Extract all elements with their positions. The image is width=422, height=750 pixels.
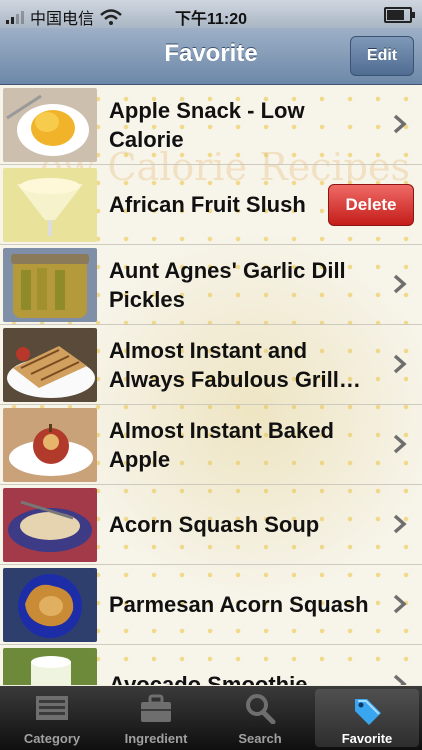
tag-icon [355, 699, 381, 725]
chevron-right-icon [393, 594, 407, 614]
grilled-sandwich-thumbnail [3, 327, 97, 402]
pickles-thumbnail [3, 247, 97, 322]
list-item-title: Aunt Agnes' Garlic Dill Pickles [109, 257, 346, 312]
tab-label: Ingredient [124, 731, 188, 746]
chevron-right-icon [393, 274, 407, 294]
status-time: 下午11:20 [174, 11, 248, 28]
battery-icon [384, 7, 415, 23]
category-icon [36, 696, 68, 720]
chevron-right-icon [393, 434, 407, 454]
tab-search[interactable]: Search [208, 686, 312, 750]
list-item[interactable]: Almost Instant and Always Fabulous Grill… [0, 325, 422, 405]
squash-soup-thumbnail [3, 487, 97, 562]
list-item[interactable]: Apple Snack - Low Calorie [0, 85, 422, 165]
smoothie-thumbnail [3, 647, 97, 685]
list-item-title: Apple Snack - Low Calorie [109, 97, 305, 152]
briefcase-icon [141, 694, 171, 722]
chevron-right-icon [393, 514, 407, 534]
tab-favorite[interactable]: Favorite [315, 689, 419, 747]
tab-bar: Category Ingredient Search Favorite [0, 686, 422, 750]
list-item[interactable]: Acorn Squash Soup [0, 485, 422, 565]
list-item-title: Avocado Smoothie [109, 672, 308, 685]
chevron-right-icon [393, 674, 407, 685]
tab-label: Favorite [341, 731, 393, 746]
navigation-bar: Favorite Edit [0, 28, 422, 85]
baked-apple-thumbnail [3, 407, 97, 482]
fruit-slush-thumbnail [3, 167, 97, 242]
list-item-title: Almost Instant and Always Fabulous Grill… [109, 337, 361, 392]
tab-label: Search [238, 731, 282, 746]
list-item[interactable]: Avocado Smoothie [0, 645, 422, 685]
chevron-right-icon [393, 354, 407, 374]
chevron-right-icon [393, 114, 407, 134]
delete-button[interactable]: Delete [328, 184, 414, 226]
tab-ingredient[interactable]: Ingredient [104, 686, 208, 750]
list-item[interactable]: Almost Instant Baked Apple [0, 405, 422, 485]
acorn-squash-thumbnail [3, 567, 97, 642]
list-item-title: Acorn Squash Soup [109, 512, 320, 537]
edit-button[interactable]: Edit [350, 36, 414, 76]
apple-snack-thumbnail [3, 87, 97, 162]
list-item[interactable]: Aunt Agnes' Garlic Dill Pickles [0, 245, 422, 325]
tab-category[interactable]: Category [0, 686, 104, 750]
battery-fill [387, 10, 404, 20]
list-item[interactable]: African Fruit Slush Delete [0, 165, 422, 245]
list-item[interactable]: Parmesan Acorn Squash [0, 565, 422, 645]
list-item-title: Parmesan Acorn Squash [109, 592, 369, 617]
list-item-title: Almost Instant Baked Apple [109, 417, 334, 472]
status-bar: 中国电信 下午11:20 [0, 0, 422, 28]
favorite-list[interactable]: ow Calorie Recipes Apple Snack - Low Cal… [0, 85, 422, 685]
search-icon [246, 694, 276, 724]
tab-label: Category [23, 731, 81, 746]
